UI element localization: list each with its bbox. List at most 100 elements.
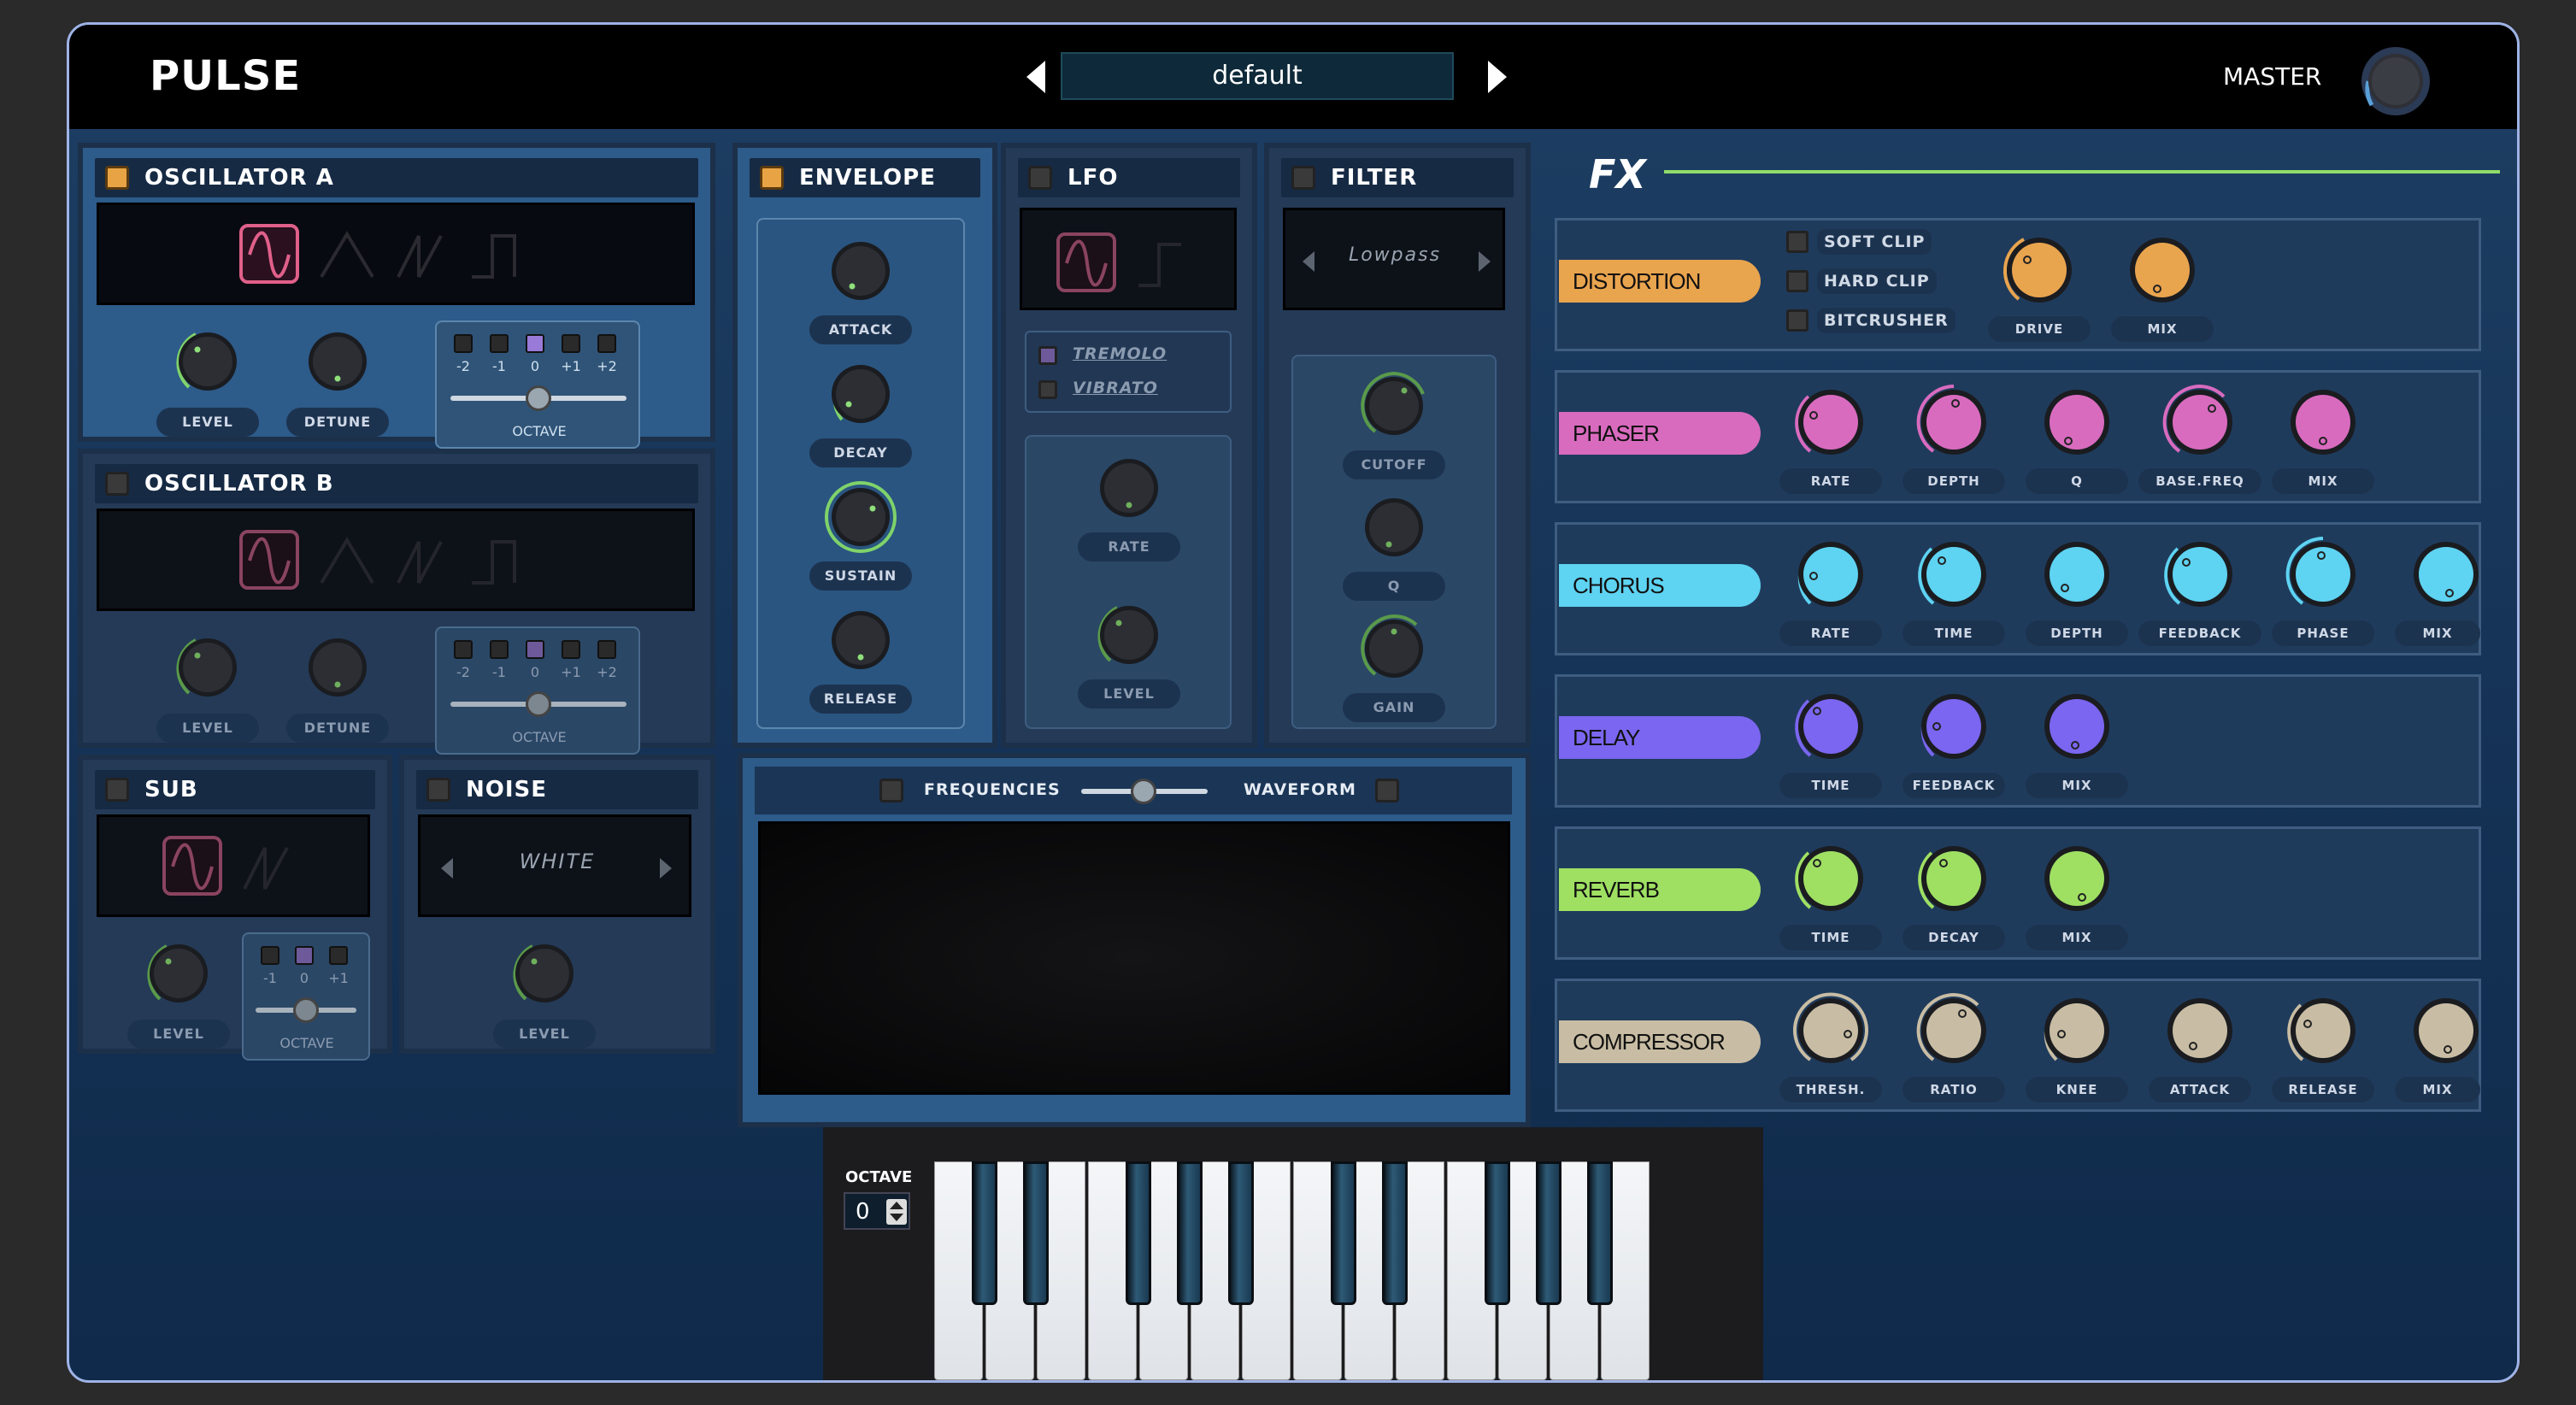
sawtooth-wave-icon[interactable] (397, 541, 443, 584)
chorus-time-knob[interactable] (1913, 533, 1995, 615)
square-wave-icon[interactable] (472, 234, 516, 279)
frequencies-checkbox[interactable] (879, 779, 903, 802)
octave-option[interactable] (562, 640, 580, 659)
black-key[interactable] (1536, 1161, 1561, 1305)
phaser-base-freq-knob[interactable] (2159, 381, 2241, 463)
next-filter-type-icon[interactable] (1473, 250, 1494, 273)
oscillator-b-detune-knob[interactable] (300, 630, 375, 705)
oscillator-b-enable-checkbox[interactable] (105, 472, 129, 496)
prev-filter-type-icon[interactable] (1299, 250, 1320, 273)
compressor-knee-knob[interactable] (2036, 990, 2118, 1072)
octave-option[interactable] (261, 946, 279, 965)
octave-option[interactable] (490, 640, 509, 659)
oscillator-a-detune-knob[interactable] (300, 324, 375, 399)
sawtooth-wave-icon[interactable] (397, 235, 443, 278)
octave-option[interactable] (562, 334, 580, 353)
distortion-mix-knob[interactable] (2121, 229, 2203, 311)
hard-clip-checkbox[interactable] (1786, 270, 1808, 292)
soft-clip-checkbox[interactable] (1786, 231, 1808, 253)
compressor-tag[interactable]: COMPRESSOR (1559, 1020, 1761, 1063)
envelope-release-knob[interactable] (823, 603, 898, 678)
compressor-attack-knob[interactable] (2159, 990, 2241, 1072)
phaser-rate-knob[interactable] (1790, 381, 1872, 463)
lfo-level-knob[interactable] (1091, 597, 1167, 673)
lfo-rate-knob[interactable] (1091, 450, 1167, 526)
noise-enable-checkbox[interactable] (426, 778, 450, 802)
prev-noise-type-icon[interactable] (438, 856, 458, 880)
octave-option-selected[interactable] (295, 946, 314, 965)
filter-gain-knob[interactable] (1356, 611, 1432, 686)
vibrato-checkbox[interactable] (1038, 380, 1057, 399)
oscillator-a-level-knob[interactable] (170, 324, 245, 399)
compressor-threshold-knob[interactable] (1790, 990, 1872, 1072)
black-key[interactable] (972, 1161, 997, 1305)
stepper-arrows-icon[interactable] (886, 1199, 907, 1225)
next-noise-type-icon[interactable] (655, 856, 675, 880)
tremolo-checkbox[interactable] (1038, 346, 1057, 365)
octave-option[interactable] (490, 334, 509, 353)
preset-name-display[interactable]: default (1061, 52, 1454, 100)
noise-level-knob[interactable] (507, 936, 582, 1011)
octave-slider-thumb[interactable] (526, 691, 551, 717)
waveform-checkbox[interactable] (1375, 779, 1399, 802)
lfo-enable-checkbox[interactable] (1028, 166, 1052, 190)
octave-option-selected[interactable] (526, 334, 544, 353)
delay-mix-knob[interactable] (2036, 685, 2118, 767)
reverb-time-knob[interactable] (1790, 838, 1872, 920)
reverb-mix-knob[interactable] (2036, 838, 2118, 920)
delay-time-knob[interactable] (1790, 685, 1872, 767)
master-volume-knob[interactable] (2360, 45, 2432, 117)
octave-slider-thumb[interactable] (526, 385, 551, 411)
square-wave-icon[interactable] (472, 540, 516, 585)
black-key[interactable] (1382, 1161, 1408, 1305)
sub-enable-checkbox[interactable] (105, 778, 129, 802)
octave-slider-thumb[interactable] (293, 997, 319, 1023)
phaser-depth-knob[interactable] (1913, 381, 1995, 463)
delay-feedback-knob[interactable] (1913, 685, 1995, 767)
delay-tag[interactable]: DELAY (1559, 716, 1761, 759)
filter-cutoff-knob[interactable] (1356, 368, 1432, 444)
sub-level-knob[interactable] (141, 936, 216, 1011)
compressor-mix-knob[interactable] (2405, 990, 2487, 1072)
bitcrusher-checkbox[interactable] (1786, 309, 1808, 332)
octave-option[interactable] (329, 946, 348, 965)
distortion-tag[interactable]: DISTORTION (1559, 260, 1761, 303)
reverb-tag[interactable]: REVERB (1559, 868, 1761, 911)
triangle-wave-icon[interactable] (320, 231, 374, 279)
octave-option[interactable] (454, 640, 473, 659)
octave-option[interactable] (597, 640, 616, 659)
black-key[interactable] (1177, 1161, 1203, 1305)
chorus-mix-knob[interactable] (2405, 533, 2487, 615)
chorus-tag[interactable]: CHORUS (1559, 564, 1761, 607)
prev-preset-icon[interactable] (1020, 57, 1054, 97)
visualizer-mode-slider-thumb[interactable] (1131, 779, 1156, 804)
black-key[interactable] (1023, 1161, 1049, 1305)
black-key[interactable] (1228, 1161, 1254, 1305)
chorus-feedback-knob[interactable] (2159, 533, 2241, 615)
black-key[interactable] (1331, 1161, 1356, 1305)
phaser-mix-knob[interactable] (2282, 381, 2364, 463)
oscillator-b-level-knob[interactable] (170, 630, 245, 705)
compressor-release-knob[interactable] (2282, 990, 2364, 1072)
phaser-tag[interactable]: PHASER (1559, 412, 1761, 455)
black-key[interactable] (1126, 1161, 1151, 1305)
filter-enable-checkbox[interactable] (1291, 166, 1315, 190)
envelope-attack-knob[interactable] (823, 233, 898, 309)
octave-option[interactable] (454, 334, 473, 353)
next-preset-icon[interactable] (1479, 57, 1514, 97)
chorus-phase-knob[interactable] (2282, 533, 2364, 615)
sawtooth-wave-icon[interactable] (243, 847, 289, 890)
envelope-decay-knob[interactable] (823, 356, 898, 432)
reverb-decay-knob[interactable] (1913, 838, 1995, 920)
distortion-drive-knob[interactable] (1998, 229, 2080, 311)
chorus-depth-knob[interactable] (2036, 533, 2118, 615)
triangle-wave-icon[interactable] (320, 537, 374, 585)
chorus-rate-knob[interactable] (1790, 533, 1872, 615)
filter-q-knob[interactable] (1356, 490, 1432, 565)
envelope-sustain-knob[interactable] (823, 479, 898, 555)
octave-option-selected[interactable] (526, 640, 544, 659)
square-wave-icon[interactable] (1138, 243, 1181, 287)
envelope-enable-checkbox[interactable] (760, 166, 784, 190)
compressor-ratio-knob[interactable] (1913, 990, 1995, 1072)
black-key[interactable] (1587, 1161, 1613, 1305)
